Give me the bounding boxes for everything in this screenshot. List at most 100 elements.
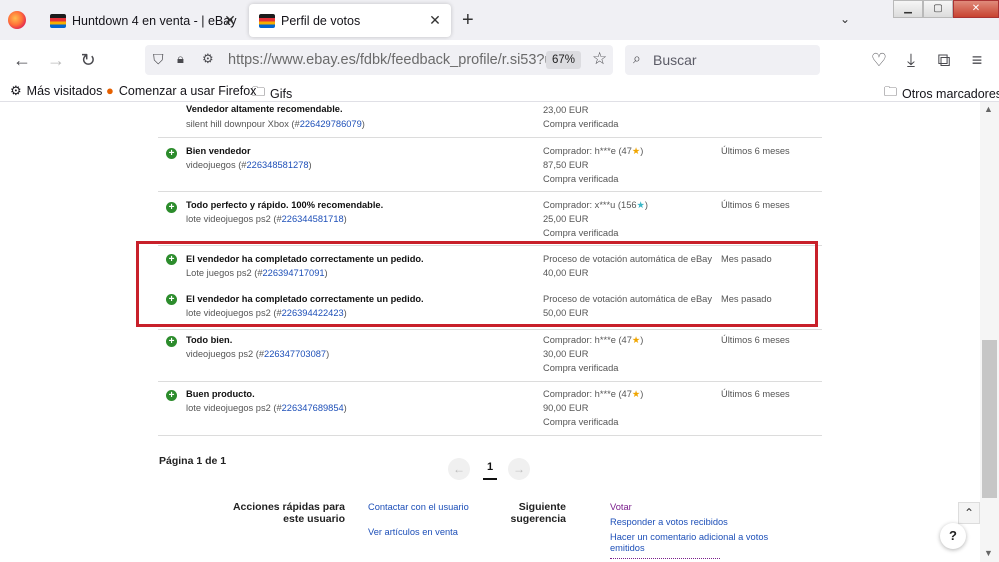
bookmark-label: Más visitados	[26, 84, 103, 98]
feedback-period: Últimos 6 meses	[721, 146, 790, 156]
feedback-comment: Buen producto.	[186, 389, 255, 399]
firefox-icon: ●	[106, 83, 114, 98]
bookmark-comenzar-firefox[interactable]: ● Comenzar a usar Firefox	[106, 83, 256, 98]
verified-purchase: Compra verificada	[543, 119, 619, 129]
additional-comment-link[interactable]: Hacer un comentario adicional a votos em…	[610, 532, 775, 554]
item-title: lote videojuegos ps2 (#	[186, 214, 282, 224]
feedback-item: silent hill downpour Xbox (#226429786079…	[186, 119, 365, 129]
tab-perfil-votos[interactable]: Perfil de votos ✕	[249, 4, 451, 37]
feedback-price: 90,00 EUR	[543, 403, 589, 413]
bookmarks-toolbar: ⚙ Más visitados ● Comenzar a usar Firefo…	[0, 80, 999, 102]
feedback-row: + Bien vendedor videojuegos (#2263485812…	[158, 138, 822, 192]
vertical-scrollbar[interactable]: ▲ ▼	[980, 102, 999, 562]
positive-icon: +	[166, 336, 177, 347]
feedback-period: Últimos 6 meses	[721, 335, 790, 345]
item-number-link[interactable]: 226347689854	[282, 403, 344, 413]
lock-icon[interactable]: 🔒︎	[177, 51, 184, 67]
window-controls: ▁ ▢ ✕	[893, 0, 999, 18]
feedback-item: lote videojuegos ps2 (#226344581718)	[186, 214, 347, 224]
help-button[interactable]: ?	[940, 523, 966, 549]
positive-icon: +	[166, 202, 177, 213]
gear-icon: ⚙	[10, 83, 22, 98]
reply-to-votes-link[interactable]: Responder a votos recibidos	[610, 517, 728, 528]
previous-page-button[interactable]: ←	[448, 458, 470, 480]
feedback-item: lote videojuegos ps2 (#226347689854)	[186, 403, 347, 413]
minimize-icon[interactable]: ▁	[893, 0, 923, 18]
back-icon[interactable]: ←	[12, 50, 32, 70]
scrollbar-thumb[interactable]	[982, 340, 997, 498]
buyer-info: Comprador: h***e (47★)	[543, 335, 644, 345]
star-icon: ★	[631, 335, 641, 345]
close-window-icon[interactable]: ✕	[953, 0, 999, 18]
feedback-comment: Todo perfecto y rápido. 100% recomendabl…	[186, 200, 384, 210]
pocket-icon[interactable]: ♡	[869, 50, 889, 70]
feedback-price: 23,00 EUR	[543, 105, 589, 115]
buyer-info: Comprador: x***u (156★)	[543, 200, 648, 210]
feedback-row: + Todo bien. videojuegos ps2 (#226347703…	[158, 330, 822, 382]
buyer-info: Comprador: h***e (47★)	[543, 146, 644, 156]
current-page[interactable]: 1	[483, 461, 497, 480]
list-tabs-chevron-icon[interactable]: ⌄	[840, 12, 850, 26]
tab-huntdown[interactable]: Huntdown 4 en venta - | eBay ✕	[40, 4, 246, 37]
app-menu-icon[interactable]: ≡	[967, 50, 987, 70]
feedback-period: Últimos 6 meses	[721, 200, 790, 210]
item-number-link[interactable]: 226429786079	[300, 119, 362, 129]
item-title: silent hill downpour Xbox (#	[186, 119, 300, 129]
ebay-favicon-icon	[259, 13, 275, 28]
buyer-name: Comprador: h***e (47	[543, 146, 632, 156]
close-tab-icon[interactable]: ✕	[427, 12, 443, 28]
permissions-icon[interactable]: ⚙	[202, 51, 214, 67]
ebay-favicon-icon	[50, 13, 66, 28]
feedback-item: videojuegos ps2 (#226347703087)	[186, 349, 330, 359]
downloads-icon[interactable]: ⤓	[901, 50, 921, 70]
search-input[interactable]: ⌕ Buscar	[625, 45, 820, 75]
quick-actions-title: Acciones rápidas para este usuario	[232, 501, 345, 525]
feedback-row: Vendedor altamente recomendable. silent …	[158, 102, 822, 138]
search-placeholder: Buscar	[653, 52, 697, 68]
positive-icon: +	[166, 148, 177, 159]
extensions-icon[interactable]: ⧉	[934, 50, 954, 70]
pagination-label: Página 1 de 1	[159, 455, 227, 467]
forward-icon[interactable]: →	[46, 50, 66, 70]
feedback-comment: Bien vendedor	[186, 146, 251, 156]
scroll-up-arrow-icon[interactable]: ▲	[984, 104, 993, 114]
firefox-menu-icon[interactable]	[8, 11, 26, 29]
feedback-price: 25,00 EUR	[543, 214, 589, 224]
feedback-period: Últimos 6 meses	[721, 389, 790, 399]
maximize-icon[interactable]: ▢	[923, 0, 953, 18]
cut-off-link	[610, 558, 720, 562]
bookmark-label: Comenzar a usar Firefox	[118, 83, 257, 98]
feedback-item: videojuegos (#226348581278)	[186, 160, 312, 170]
view-items-for-sale-link[interactable]: Ver artículos en venta	[368, 527, 488, 538]
buyer-name: Comprador: h***e (47	[543, 335, 632, 345]
url-bar[interactable]: ⛉ 🔒︎ ⚙ https://www.ebay.es/fdbk/feedback…	[145, 45, 613, 75]
bookmark-mas-visitados[interactable]: ⚙ Más visitados	[10, 83, 102, 99]
reload-icon[interactable]: ↻	[78, 50, 98, 70]
tracking-shield-icon[interactable]: ⛉	[153, 51, 164, 68]
feedback-price: 30,00 EUR	[543, 349, 589, 359]
verified-purchase: Compra verificada	[543, 417, 619, 427]
next-page-button[interactable]: →	[508, 458, 530, 480]
buyer-info: Comprador: h***e (47★)	[543, 389, 644, 399]
verified-purchase: Compra verificada	[543, 228, 619, 238]
back-to-top-button[interactable]: ⌃	[958, 502, 980, 524]
new-tab-icon[interactable]: +	[462, 10, 474, 30]
bookmark-label: Gifs	[270, 87, 293, 101]
bookmark-star-icon[interactable]: ☆	[592, 49, 607, 69]
verified-purchase: Compra verificada	[543, 174, 619, 184]
tab-strip: Huntdown 4 en venta - | eBay ✕ Perfil de…	[0, 0, 999, 40]
next-suggestion-title: Siguiente sugerencia	[510, 501, 566, 525]
item-number-link[interactable]: 226344581718	[282, 214, 344, 224]
item-number-link[interactable]: 226348581278	[246, 160, 308, 170]
feedback-comment: Todo bien.	[186, 335, 233, 345]
contact-user-link[interactable]: Contactar con el usuario	[368, 502, 478, 513]
url-text[interactable]: https://www.ebay.es/fdbk/feedback_profil…	[228, 52, 546, 68]
zoom-level[interactable]: 67%	[546, 51, 582, 69]
item-number-link[interactable]: 226347703087	[264, 349, 326, 359]
star-icon: ★	[636, 200, 645, 210]
verified-purchase: Compra verificada	[543, 363, 619, 373]
vote-link[interactable]: Votar	[610, 502, 632, 513]
highlight-annotation-box	[136, 241, 818, 327]
close-tab-icon[interactable]: ✕	[222, 12, 238, 28]
scroll-down-arrow-icon[interactable]: ▼	[984, 548, 993, 558]
